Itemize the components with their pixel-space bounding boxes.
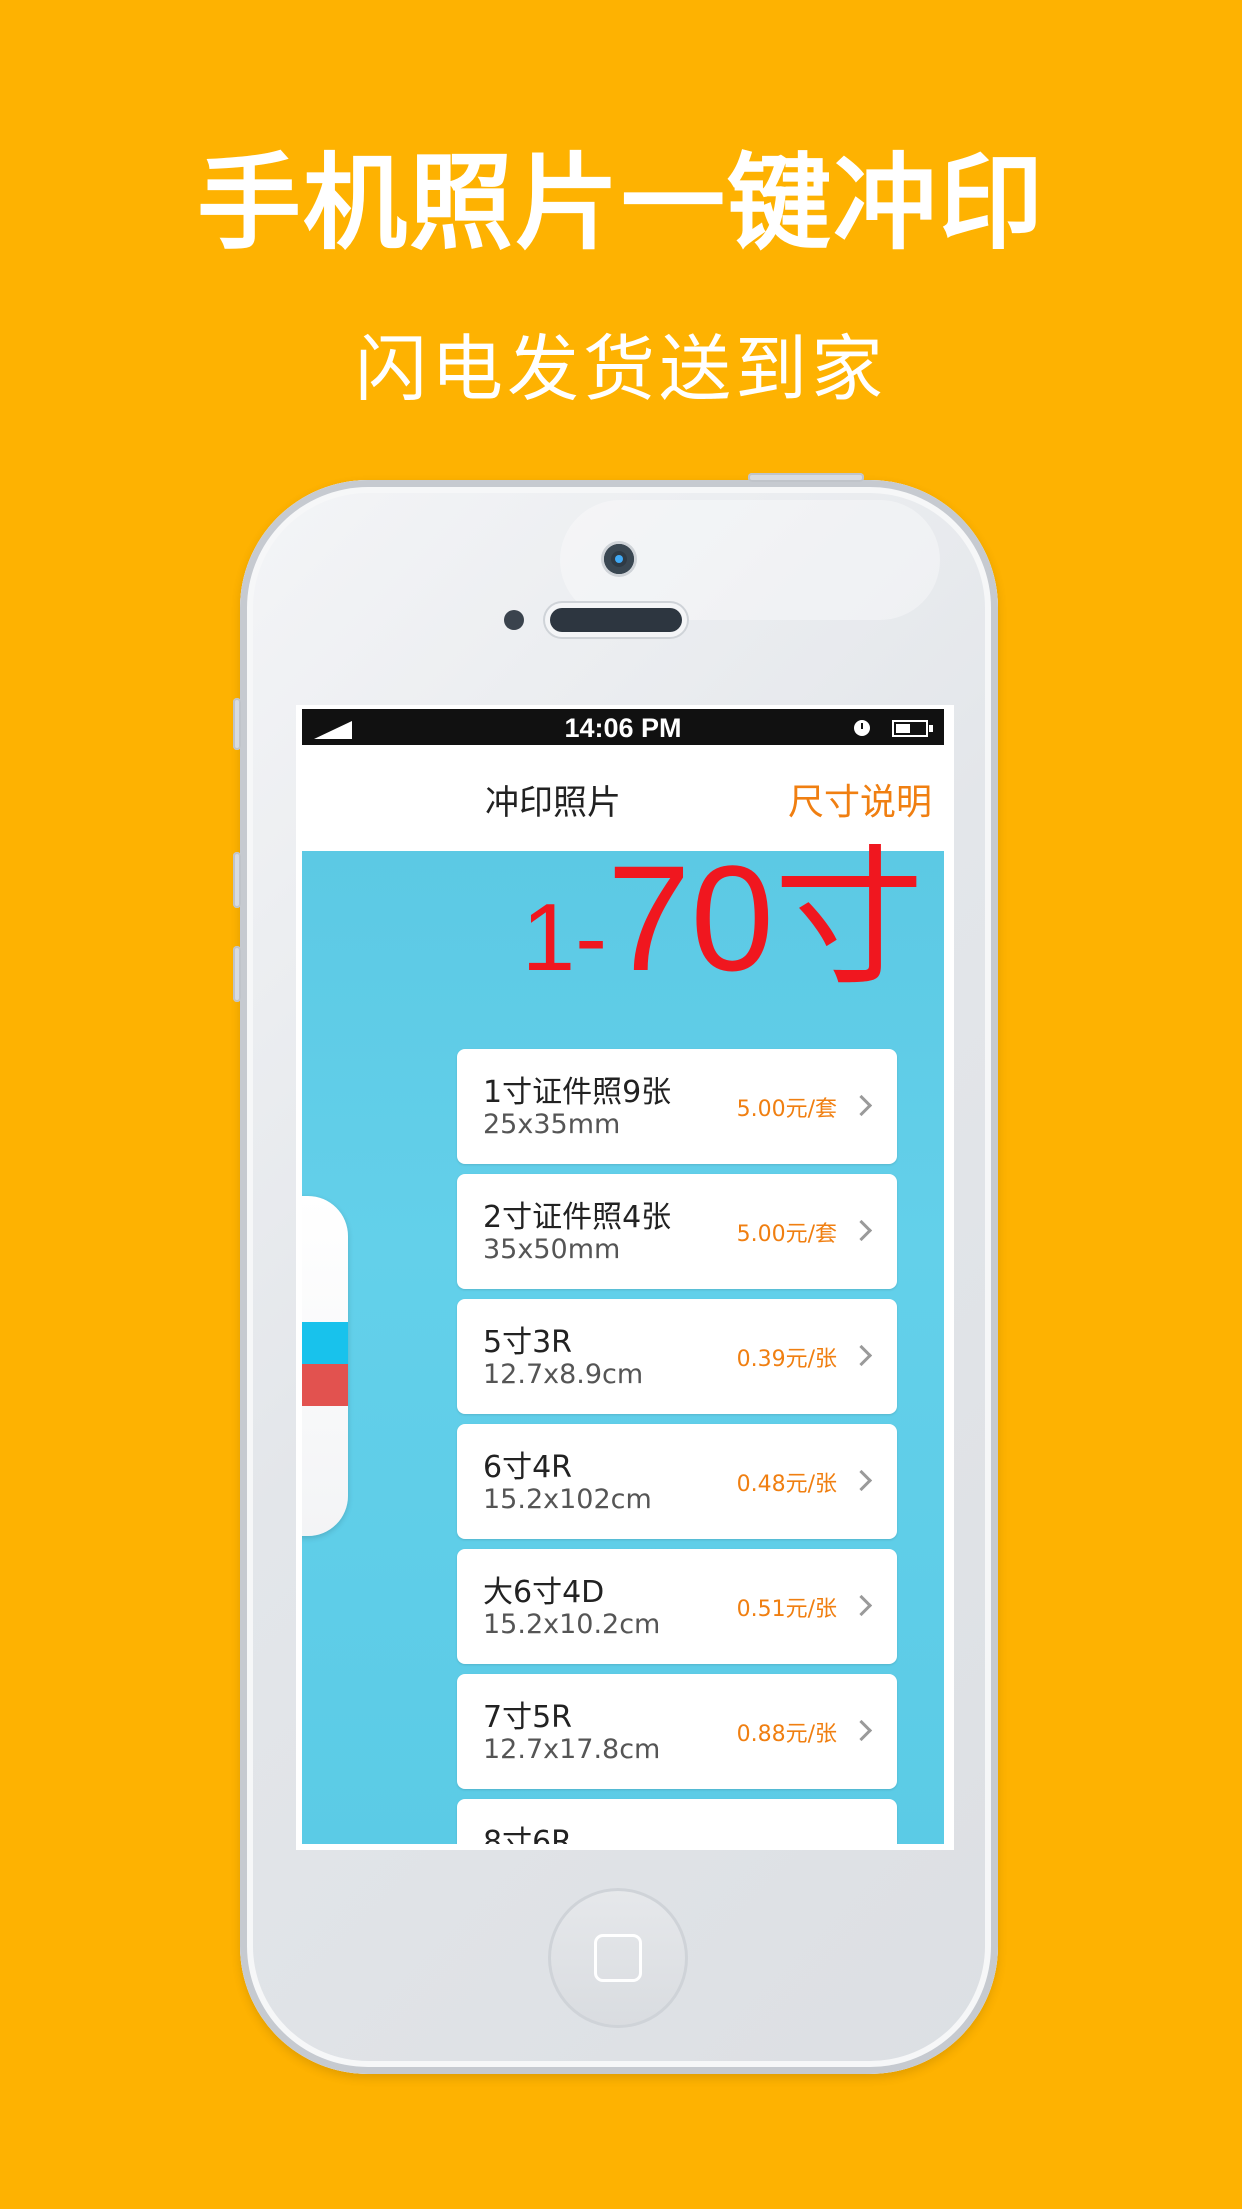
size-price: 5.00元/套 [736,1222,837,1247]
peek-stripe-red [302,1364,348,1406]
power-button [748,473,864,482]
battery-level [896,724,910,733]
chevron-right-icon [850,1219,873,1242]
size-dimensions: 12.7x8.9cm [483,1359,644,1390]
sensor-icon [504,610,524,630]
battery-icon [892,720,928,737]
chevron-right-icon [850,1344,873,1367]
size-price: 5.00元/套 [736,1097,837,1122]
clock-icon [854,720,870,736]
size-item[interactable]: 2寸证件照4张 35x50mm 5.00元/套 [457,1174,897,1289]
size-dimensions: 35x50mm [483,1234,621,1265]
home-button[interactable] [548,1888,688,2028]
size-item[interactable]: 8寸6R [457,1799,897,1844]
phone-screen: 14:06 PM 冲印照片 尺寸说明 1-70寸 1寸证件照9张 25x35mm… [296,705,954,1850]
promo-headline: 手机照片一键冲印 [196,142,1045,264]
mute-switch [233,698,241,750]
camera-icon [604,544,634,574]
size-item[interactable]: 大6寸4D 15.2x10.2cm 0.51元/张 [457,1549,897,1664]
size-price: 0.88元/张 [736,1722,837,1747]
status-time: 14:06 PM [564,713,682,743]
size-name: 8寸6R [483,1825,573,1844]
size-name: 2寸证件照4张 [483,1200,672,1235]
size-item[interactable]: 5寸3R 12.7x8.9cm 0.39元/张 [457,1299,897,1414]
size-name: 7寸5R [483,1700,573,1735]
size-guide-button[interactable]: 尺寸说明 [788,773,932,825]
banner-text: 70寸 [607,834,924,1002]
volume-down-button [233,946,241,1002]
chevron-right-icon [850,1469,873,1492]
size-name: 5寸3R [483,1325,573,1360]
status-bar: 14:06 PM [302,709,944,745]
app-screen: 14:06 PM 冲印照片 尺寸说明 1-70寸 1寸证件照9张 25x35mm… [302,709,944,1844]
size-dimensions: 12.7x17.8cm [483,1734,661,1765]
phone-mockup: 14:06 PM 冲印照片 尺寸说明 1-70寸 1寸证件照9张 25x35mm… [233,473,998,2074]
size-dimensions: 15.2x102cm [483,1484,652,1515]
volume-up-button [233,852,241,908]
size-dimensions: 15.2x10.2cm [483,1609,661,1640]
peek-card[interactable] [302,1196,348,1536]
size-list: 1寸证件照9张 25x35mm 5.00元/套 2寸证件照4张 35x50mm … [457,1049,897,1844]
content-area[interactable]: 1-70寸 1寸证件照9张 25x35mm 5.00元/套 2寸证件照4张 35… [302,843,944,1844]
banner-prefix: 1- [521,884,608,991]
earpiece-speaker [550,608,682,632]
chevron-right-icon [850,1719,873,1742]
size-dimensions: 25x35mm [483,1109,621,1140]
size-item[interactable]: 7寸5R 12.7x17.8cm 0.88元/张 [457,1674,897,1789]
size-item[interactable]: 1寸证件照9张 25x35mm 5.00元/套 [457,1049,897,1164]
home-square-icon [594,1934,642,1982]
chevron-right-icon [850,1594,873,1617]
size-item[interactable]: 6寸4R 15.2x102cm 0.48元/张 [457,1424,897,1539]
size-name: 1寸证件照9张 [483,1075,672,1110]
camera-lens [615,555,623,563]
peek-stripe-blue [302,1322,348,1364]
battery-tip [929,725,933,732]
size-price: 0.48元/张 [736,1472,837,1497]
size-price: 0.51元/张 [736,1597,837,1622]
size-name: 6寸4R [483,1450,573,1485]
size-price: 0.39元/张 [736,1347,837,1372]
page-title: 冲印照片 [485,783,621,823]
banner-size-range: 1-70寸 [522,843,924,993]
promo-subheadline: 闪电发货送到家 [354,327,887,411]
chevron-right-icon [850,1094,873,1117]
size-name: 大6寸4D [483,1575,605,1610]
